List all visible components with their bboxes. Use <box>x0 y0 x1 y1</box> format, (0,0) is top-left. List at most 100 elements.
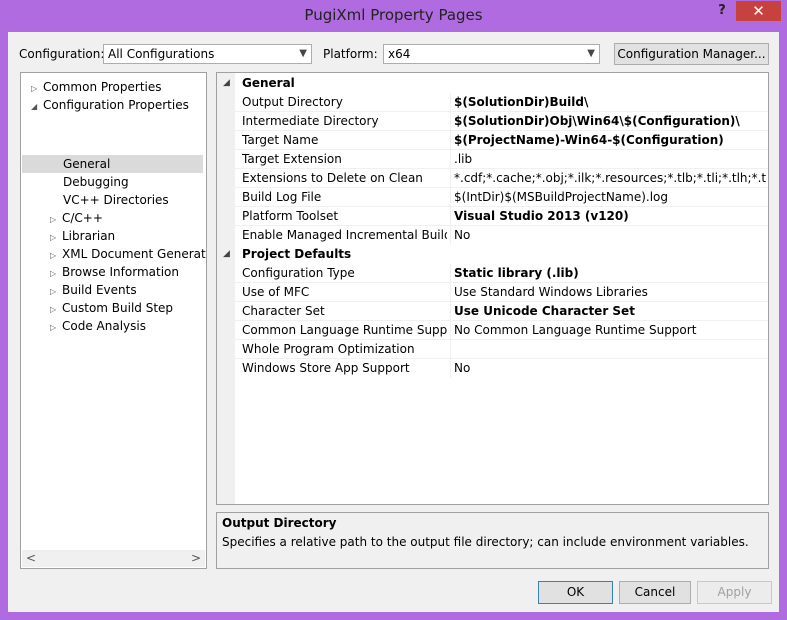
tree-item-label: General <box>63 157 111 171</box>
tree-item-label: C/C++ <box>62 211 103 225</box>
close-button[interactable]: ✕ <box>736 1 781 21</box>
property-name: Platform Toolset <box>242 209 339 223</box>
collapse-arrow-icon[interactable]: ◢ <box>31 98 43 116</box>
tree-item-browse-information[interactable]: ▷ Browse Information <box>50 263 179 281</box>
platform-value: x64 <box>388 47 411 61</box>
configuration-label: Configuration: <box>19 47 105 61</box>
expand-arrow-icon[interactable]: ▷ <box>50 319 62 337</box>
tree-item-code-analysis[interactable]: ▷ Code Analysis <box>50 317 146 335</box>
property-value[interactable]: $(IntDir)$(MSBuildProjectName).log <box>454 188 766 207</box>
property-row-use-of-mfc[interactable]: Use of MFC Use Standard Windows Librarie… <box>217 283 768 302</box>
property-value[interactable]: No Common Language Runtime Support <box>454 321 766 340</box>
tree-item-build-events[interactable]: ▷ Build Events <box>50 281 137 299</box>
scroll-right-icon[interactable]: > <box>191 551 201 565</box>
apply-button[interactable]: Apply <box>697 581 772 604</box>
tree-item-configuration-properties[interactable]: ◢ Configuration Properties <box>31 96 189 114</box>
tree-item-label: VC++ Directories <box>63 193 169 207</box>
property-name: Intermediate Directory <box>242 114 379 128</box>
property-tree[interactable]: ▷ Common Properties ◢ Configuration Proper… <box>20 72 207 569</box>
property-row-whole-program-optimization[interactable]: Whole Program Optimization <box>217 340 768 359</box>
dialog-client-area: Configuration: All Configurations ▼ Plat… <box>8 32 779 612</box>
property-name: Build Log File <box>242 190 322 204</box>
property-name: Target Name <box>242 133 319 147</box>
property-row-build-log-file[interactable]: Build Log File $(IntDir)$(MSBuildProject… <box>217 188 768 207</box>
property-row-character-set[interactable]: Character Set Use Unicode Character Set <box>217 302 768 321</box>
property-value[interactable]: Static library (.lib) <box>454 264 766 283</box>
property-row-output-directory[interactable]: Output Directory $(SolutionDir)Build\ <box>217 93 768 112</box>
tree-horizontal-scrollbar[interactable]: < > <box>22 550 205 567</box>
chevron-down-icon: ▼ <box>587 48 595 59</box>
property-value[interactable]: No <box>454 226 766 245</box>
description-title: Output Directory <box>222 516 337 530</box>
property-name: Output Directory <box>242 95 343 109</box>
configuration-manager-button[interactable]: Configuration Manager... <box>614 43 769 65</box>
property-name: Windows Store App Support <box>242 361 410 375</box>
property-name: Target Extension <box>242 152 342 166</box>
tree-item-label: XML Document Generator <box>62 247 207 261</box>
property-name: Enable Managed Incremental Build <box>242 228 447 242</box>
property-value[interactable]: *.cdf;*.cache;*.obj;*.ilk;*.resources;*.… <box>454 169 766 188</box>
property-row-platform-toolset[interactable]: Platform Toolset Visual Studio 2013 (v12… <box>217 207 768 226</box>
category-project-defaults[interactable]: ◢ Project Defaults <box>217 245 768 264</box>
property-grid[interactable]: ◢ General Output Directory $(SolutionDir… <box>216 72 769 505</box>
tree-item-xml-document-generator[interactable]: ▷ XML Document Generator <box>50 245 207 263</box>
tree-item-label: Build Events <box>62 283 137 297</box>
collapse-arrow-icon[interactable]: ◢ <box>223 74 230 93</box>
property-row-managed-incremental-build[interactable]: Enable Managed Incremental Build No <box>217 226 768 245</box>
property-name: Character Set <box>242 304 325 318</box>
description-text: Specifies a relative path to the output … <box>222 535 749 549</box>
tree-item-c-cpp[interactable]: ▷ C/C++ <box>50 209 103 227</box>
tree-item-common-properties[interactable]: ▷ Common Properties <box>31 78 162 96</box>
cancel-button[interactable]: Cancel <box>619 581 691 604</box>
property-row-intermediate-directory[interactable]: Intermediate Directory $(SolutionDir)Obj… <box>217 112 768 131</box>
property-pages-window: PugiXml Property Pages ? ✕ Configuration… <box>0 0 787 620</box>
platform-dropdown[interactable]: x64 ▼ <box>383 44 600 64</box>
configuration-dropdown[interactable]: All Configurations ▼ <box>103 44 312 64</box>
tree-item-custom-build-step[interactable]: ▷ Custom Build Step <box>50 299 173 317</box>
property-row-target-name[interactable]: Target Name $(ProjectName)-Win64-$(Confi… <box>217 131 768 150</box>
description-panel: Output Directory Specifies a relative pa… <box>216 512 769 569</box>
property-name: Common Language Runtime Support <box>242 323 447 337</box>
window-title: PugiXml Property Pages <box>304 6 483 24</box>
property-value[interactable]: .lib <box>454 150 766 169</box>
tree-item-vc-directories[interactable]: VC++ Directories <box>63 191 169 209</box>
property-row-target-extension[interactable]: Target Extension .lib <box>217 150 768 169</box>
property-value[interactable]: $(SolutionDir)Build\ <box>454 93 766 112</box>
property-value[interactable]: Use Standard Windows Libraries <box>454 283 766 302</box>
tree-item-general[interactable]: General <box>63 155 110 173</box>
property-name: Use of MFC <box>242 285 310 299</box>
property-value[interactable]: $(ProjectName)-Win64-$(Configuration) <box>454 131 766 150</box>
category-general[interactable]: ◢ General <box>217 74 768 93</box>
property-row-extensions-to-delete[interactable]: Extensions to Delete on Clean *.cdf;*.ca… <box>217 169 768 188</box>
category-label: Project Defaults <box>242 247 352 261</box>
category-label: General <box>242 76 295 90</box>
tree-selection-highlight <box>22 155 203 173</box>
tree-item-debugging[interactable]: Debugging <box>63 173 129 191</box>
property-row-windows-store-app-support[interactable]: Windows Store App Support No <box>217 359 768 378</box>
title-bar[interactable]: PugiXml Property Pages ? ✕ <box>0 0 787 32</box>
property-name: Whole Program Optimization <box>242 342 415 356</box>
platform-label: Platform: <box>323 47 378 61</box>
tree-item-label: Debugging <box>63 175 129 189</box>
tree-item-librarian[interactable]: ▷ Librarian <box>50 227 115 245</box>
property-value[interactable]: $(SolutionDir)Obj\Win64\$(Configuration)… <box>454 112 766 131</box>
ok-button[interactable]: OK <box>538 581 613 604</box>
property-row-clr-support[interactable]: Common Language Runtime Support No Commo… <box>217 321 768 340</box>
tree-item-label: Configuration Properties <box>43 98 189 112</box>
collapse-arrow-icon[interactable]: ◢ <box>223 245 230 264</box>
property-name: Configuration Type <box>242 266 355 280</box>
property-value[interactable]: No <box>454 359 766 378</box>
configuration-value: All Configurations <box>108 47 215 61</box>
tree-item-label: Common Properties <box>43 80 162 94</box>
property-value[interactable]: Visual Studio 2013 (v120) <box>454 207 766 226</box>
property-value[interactable]: Use Unicode Character Set <box>454 302 766 321</box>
chevron-down-icon: ▼ <box>299 48 307 59</box>
tree-item-label: Librarian <box>62 229 116 243</box>
tree-item-label: Browse Information <box>62 265 179 279</box>
property-name: Extensions to Delete on Clean <box>242 171 423 185</box>
tree-item-label: Code Analysis <box>62 319 146 333</box>
tree-item-label: Custom Build Step <box>62 301 174 315</box>
scroll-left-icon[interactable]: < <box>26 551 36 565</box>
help-button[interactable]: ? <box>712 3 732 21</box>
property-row-configuration-type[interactable]: Configuration Type Static library (.lib) <box>217 264 768 283</box>
